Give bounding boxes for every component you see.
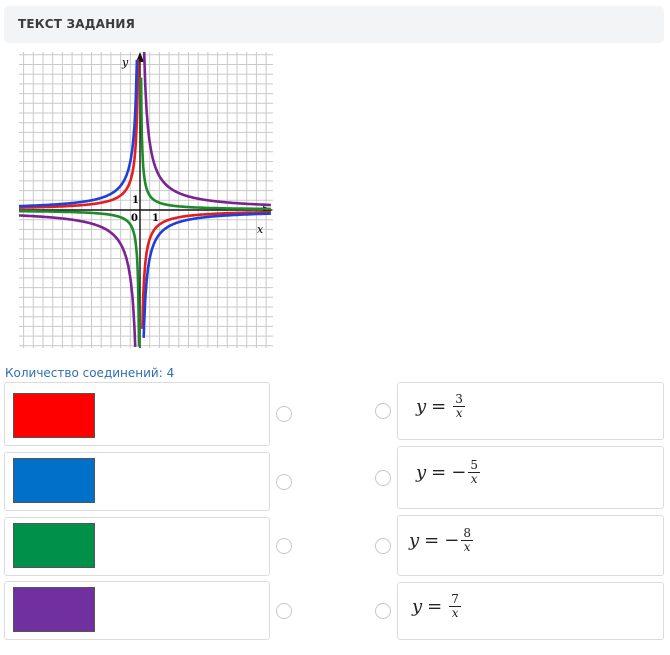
formula-4-eq: = (427, 596, 443, 617)
color-swatch-purple (13, 587, 95, 632)
formula-1-y: y (416, 396, 427, 417)
left-item-blue[interactable] (4, 452, 270, 511)
formula-3-y: y (409, 530, 420, 551)
formula-4-denominator: x (451, 606, 459, 620)
color-swatch-red (13, 393, 95, 438)
left-radio-1[interactable] (276, 406, 292, 422)
color-swatch-blue (13, 458, 95, 503)
formula-2-eq: = (431, 462, 447, 483)
right-item-2[interactable]: y = − 5 x (397, 446, 664, 509)
formula-3-fraction: 8 x (461, 527, 473, 554)
unit-x-label: 1 (152, 213, 159, 224)
formula-2: y = − 5 x (416, 459, 480, 486)
right-radio-1[interactable] (375, 403, 391, 419)
formula-4-numerator: 7 (449, 592, 461, 607)
right-radio-2[interactable] (375, 470, 391, 486)
left-item-purple[interactable] (4, 581, 270, 640)
right-item-4[interactable]: y = 7 x (397, 582, 664, 640)
formula-1-denominator: x (455, 406, 463, 420)
left-item-green[interactable] (4, 517, 270, 576)
formula-2-denominator: x (470, 472, 478, 486)
hyperbola-graph: y x 0 1 1 (19, 52, 273, 348)
unit-y-label: 1 (132, 195, 139, 206)
right-item-3[interactable]: y = − 8 x (397, 515, 664, 576)
connections-count: Количество соединений: 4 (5, 366, 175, 380)
hyperbola-curve-2-branch-2 (142, 212, 271, 338)
right-radio-3[interactable] (375, 538, 391, 554)
graph-curves (19, 52, 271, 347)
formula-4-y: y (412, 596, 423, 617)
formula-3-numerator: 8 (461, 526, 473, 541)
hyperbola-curve-4-branch-1 (19, 214, 137, 347)
left-radio-3[interactable] (276, 538, 292, 554)
axis-y-label: y (121, 56, 129, 69)
left-radio-4[interactable] (276, 603, 292, 619)
hyperbola-curve-2-branch-1 (19, 59, 139, 208)
left-radio-2[interactable] (276, 474, 292, 490)
formula-1-eq: = (431, 396, 447, 417)
right-radio-4[interactable] (375, 603, 391, 619)
formula-2-numerator: 5 (468, 458, 480, 473)
formula-3-sign: − (444, 530, 460, 551)
formula-3: y = − 8 x (409, 527, 473, 554)
formula-3-denominator: x (463, 540, 471, 554)
formula-4: y = 7 x (412, 593, 461, 620)
task-title: ТЕКСТ ЗАДАНИЯ (18, 17, 136, 31)
formula-2-fraction: 5 x (468, 459, 480, 486)
formula-2-sign: − (451, 462, 467, 483)
formula-3-eq: = (424, 530, 440, 551)
formula-4-fraction: 7 x (449, 593, 461, 620)
hyperbola-curve-3-branch-2 (139, 77, 271, 211)
axis-x-label: x (257, 223, 264, 236)
left-item-red[interactable] (4, 382, 270, 446)
origin-label: 0 (131, 213, 138, 224)
formula-1-fraction: 3 x (453, 393, 465, 420)
task-header: ТЕКСТ ЗАДАНИЯ (4, 6, 664, 43)
right-item-1[interactable]: y = 3 x (397, 382, 664, 440)
color-swatch-green (13, 523, 95, 568)
formula-1-numerator: 3 (453, 392, 465, 407)
formula-1: y = 3 x (416, 393, 465, 420)
formula-2-y: y (416, 462, 427, 483)
